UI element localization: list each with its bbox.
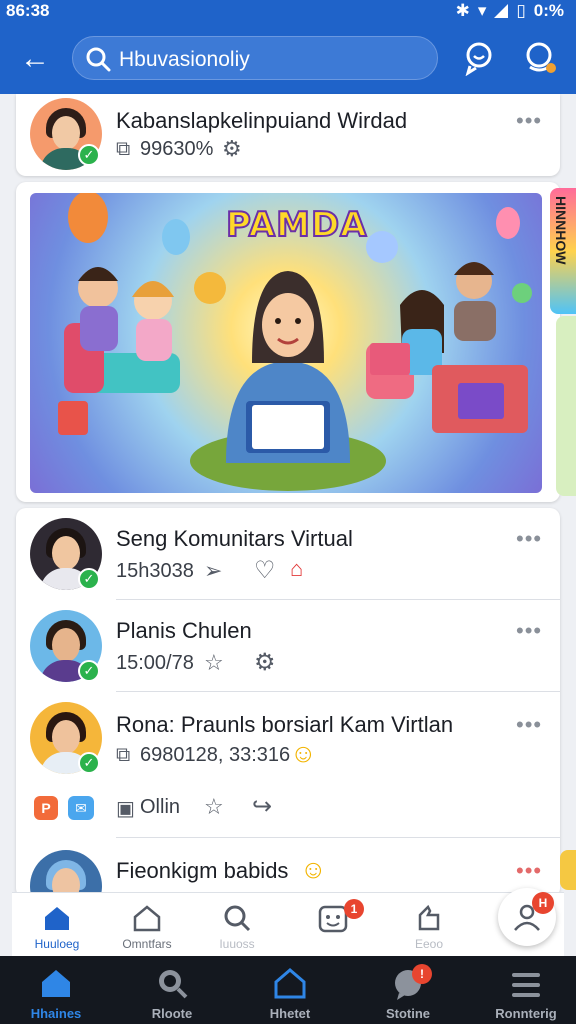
notification-badge: H xyxy=(532,892,554,914)
post-card-top[interactable]: ✓ Kabanslapkelinpuiand Wirdad ⧉ 99630% ⚙… xyxy=(16,94,560,176)
list-item[interactable]: ✓ Seng Komunitars Virtual 15h3038 ➢ ♡ ⌂ … xyxy=(16,508,560,600)
star-icon[interactable]: ☆ xyxy=(204,650,224,676)
flag-icon[interactable]: P xyxy=(34,796,58,820)
nav-home[interactable]: Hhaines xyxy=(6,956,106,1024)
list-item[interactable]: ✓ Rona: Praunls borsiarl Kam Virtlan ⧉ 6… xyxy=(16,692,560,838)
signal-icon xyxy=(494,4,509,18)
notification-badge: ! xyxy=(412,964,432,984)
search-icon xyxy=(86,47,111,72)
tab-profile[interactable]: Eeoo xyxy=(384,893,474,957)
post-meta: 6980128, 33:316 xyxy=(140,744,291,766)
more-options-icon[interactable]: ••• xyxy=(516,108,542,134)
verified-badge-icon: ✓ xyxy=(78,752,100,774)
side-panel-edge xyxy=(556,316,576,496)
tab-home[interactable]: Huuloeg xyxy=(12,893,102,957)
search-icon xyxy=(224,905,251,932)
menu-icon xyxy=(512,973,540,997)
nav-community[interactable]: Hhetet xyxy=(240,956,340,1024)
post-title: Kabanslapkelinpuiand Wirdad xyxy=(116,108,408,133)
star-icon[interactable]: ☆ xyxy=(204,794,224,820)
chat-icon[interactable] xyxy=(462,40,498,76)
tab-search[interactable]: Iuuoss xyxy=(192,893,282,957)
notification-badge: 1 xyxy=(344,899,364,919)
emoji-icon[interactable]: ☺ xyxy=(290,738,317,769)
more-options-icon[interactable]: ••• xyxy=(516,712,542,738)
tab-messages[interactable]: 1 xyxy=(288,893,378,957)
more-options-icon[interactable]: ••• xyxy=(516,526,542,552)
banner-title: PAMDA xyxy=(225,204,368,246)
alert-icon[interactable]: ⌂ xyxy=(290,556,303,582)
message-icon[interactable]: ✉ xyxy=(68,796,94,820)
list-item[interactable]: Fieonkigm babids ☺ ••• xyxy=(16,838,560,892)
status-time: 86:38 xyxy=(6,1,50,20)
settings-gear-icon[interactable]: ⚙ xyxy=(222,136,242,162)
more-options-icon[interactable]: ••• xyxy=(516,858,542,884)
settings-gear-icon[interactable]: ⚙ xyxy=(254,648,276,677)
actions-label: Ollin xyxy=(140,796,181,818)
document-icon[interactable]: ▣ xyxy=(116,796,135,821)
tab-communities[interactable]: Omntfars xyxy=(102,893,192,957)
post-title: Rona: Praunls borsiarl Kam Virtlan xyxy=(116,712,454,737)
nav-menu[interactable]: Ronnterig xyxy=(476,956,576,1024)
share-icon[interactable]: ↪ xyxy=(252,792,272,821)
more-options-icon[interactable]: ••• xyxy=(516,618,542,644)
post-meta: 15:00/78 xyxy=(116,652,194,674)
wifi-icon: ▾ xyxy=(477,1,487,20)
status-bar: 86:38 ✱ ▾ ▯ 0:% xyxy=(0,0,576,24)
battery-text: 0:% xyxy=(533,1,564,20)
verified-badge-icon: ✓ xyxy=(78,660,100,682)
banner-image[interactable]: PAMDA xyxy=(30,193,542,493)
home-outline-icon xyxy=(274,968,306,999)
side-promo-tab[interactable]: HINNHOW xyxy=(550,188,576,314)
side-panel-edge xyxy=(560,850,576,890)
emoji-icon[interactable]: ☺ xyxy=(300,854,327,885)
nav-search[interactable]: Rloote xyxy=(122,956,222,1024)
verified-badge-icon: ✓ xyxy=(78,568,100,590)
back-arrow-icon[interactable]: ← xyxy=(18,42,52,76)
app-header: 86:38 ✱ ▾ ▯ 0:% ← Hbuvasionoliy xyxy=(0,0,576,94)
share-icon[interactable]: ➢ xyxy=(204,558,222,584)
home-icon xyxy=(42,970,70,997)
account-fab[interactable]: H xyxy=(498,888,556,946)
post-title: Fieonkigm babids xyxy=(116,858,289,883)
verified-badge-icon: ✓ xyxy=(78,144,100,166)
post-title: Planis Chulen xyxy=(116,618,252,643)
home-icon xyxy=(45,907,69,930)
search-input[interactable]: Hbuvasionoliy xyxy=(72,36,438,80)
notifications-icon[interactable] xyxy=(522,40,558,76)
heart-icon[interactable]: ♡ xyxy=(254,556,276,585)
post-meta: 15h3038 xyxy=(116,560,194,582)
nav-stories[interactable]: ! Stotine xyxy=(358,956,458,1024)
avatar[interactable] xyxy=(30,850,102,892)
post-meta: 99630% xyxy=(140,138,214,160)
copy-icon: ⧉ xyxy=(116,744,131,766)
bottom-tab-strip: Huuloeg Omntfars Iuuoss 1 Eeoo xyxy=(12,892,564,956)
bluetooth-icon: ✱ xyxy=(455,1,470,20)
home-outline-icon xyxy=(133,905,161,932)
main-nav-bar: Hhaines Rloote Hhetet ! Stotine Ronnteri… xyxy=(0,956,576,1024)
hand-icon xyxy=(418,904,440,931)
search-placeholder: Hbuvasionoliy xyxy=(119,48,250,71)
copy-icon: ⧉ xyxy=(116,138,131,160)
battery-icon: ▯ xyxy=(516,1,526,20)
post-title: Seng Komunitars Virtual xyxy=(116,526,353,551)
search-icon xyxy=(159,970,188,999)
list-item[interactable]: ✓ Planis Chulen 15:00/78 ☆ ⚙ ••• xyxy=(16,600,560,692)
